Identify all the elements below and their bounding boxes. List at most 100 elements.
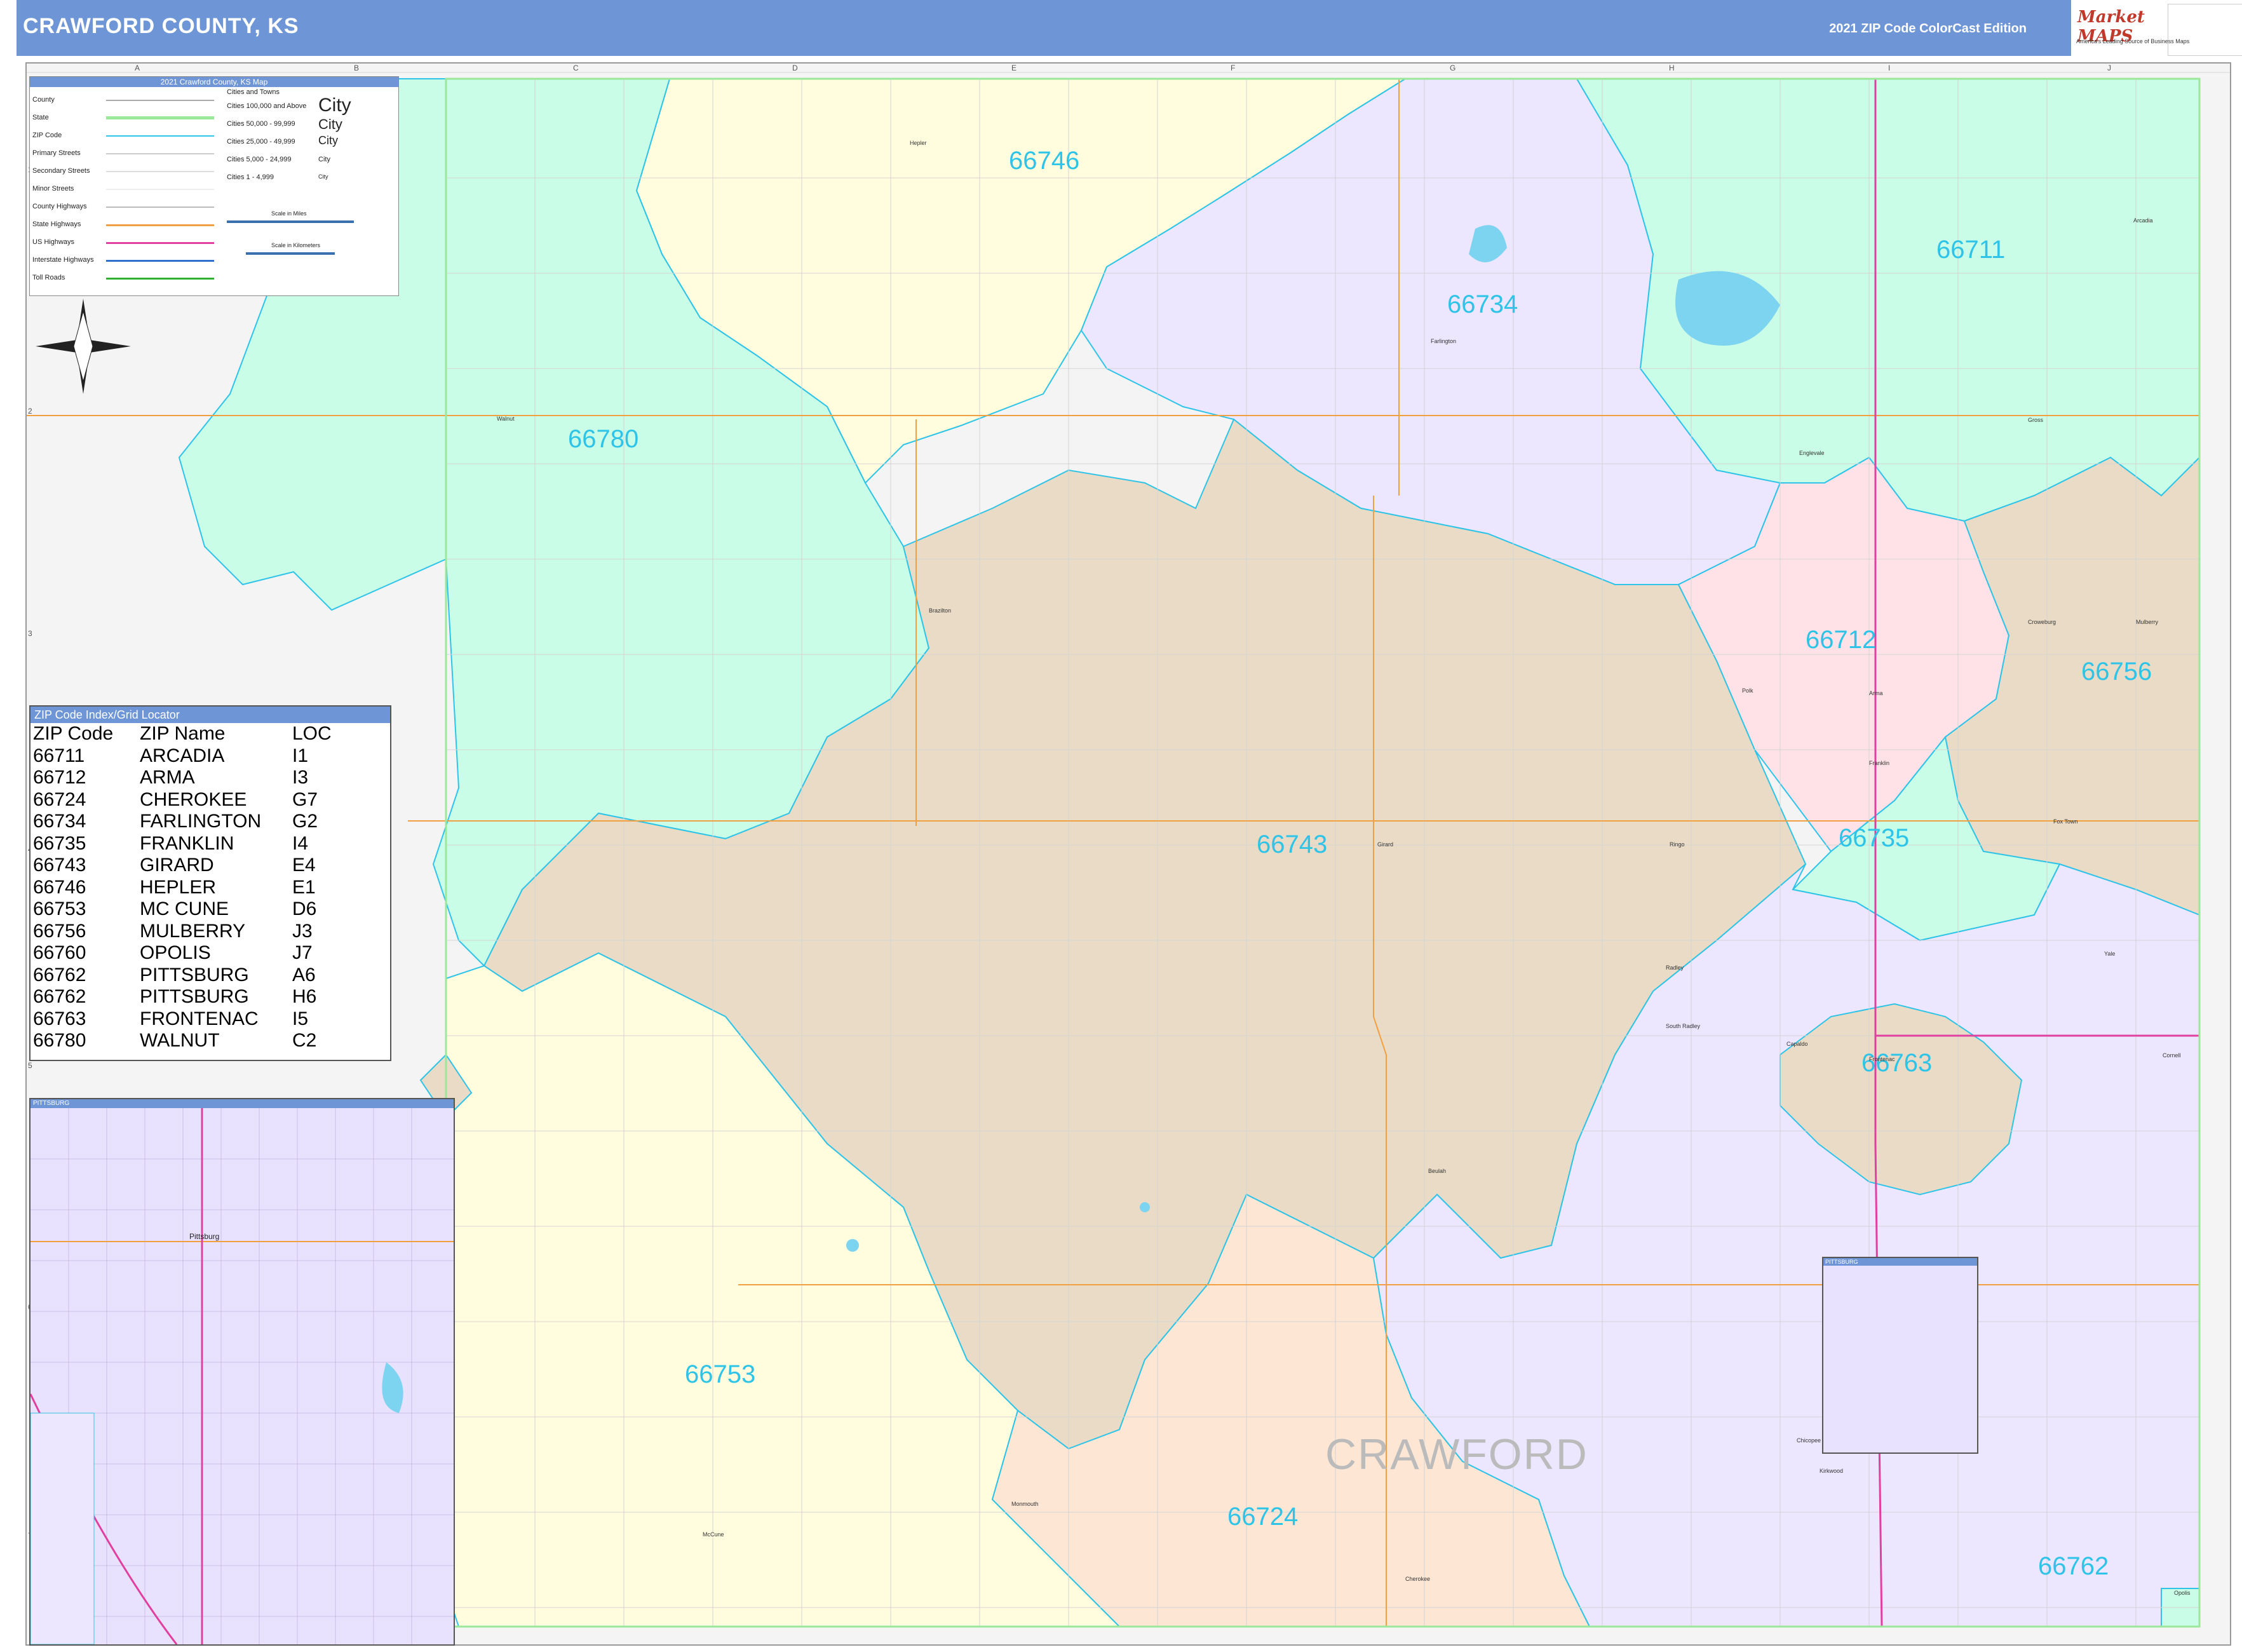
cities-header: Cities and Towns xyxy=(227,88,280,96)
name-cell: FRONTENAC xyxy=(140,1008,259,1029)
zip-cell: 66760 xyxy=(33,942,86,963)
town-label: Girard xyxy=(1377,841,1393,848)
name-cell: PITTSBURG xyxy=(140,986,249,1007)
table-row: 66780 WALNUT C2 xyxy=(33,1030,381,1052)
legend-item: Primary Streets xyxy=(32,149,81,157)
name-cell: GIRARD xyxy=(140,855,214,876)
name-cell: FRANKLIN xyxy=(140,832,234,854)
table-row: 66711 ARCADIA I1 xyxy=(33,745,381,768)
grid-col-label: G xyxy=(1450,64,1456,72)
table-row: 66724 CHEROKEE G7 xyxy=(33,789,381,811)
name-cell: MULBERRY xyxy=(140,920,246,942)
city-size-label: Cities 50,000 - 99,999 xyxy=(227,120,295,128)
zip-cell: 66724 xyxy=(33,789,86,810)
column-header: ZIP Code xyxy=(33,723,114,744)
loc-cell: I3 xyxy=(292,767,309,788)
zip-label-66753: 66753 xyxy=(685,1360,755,1388)
name-cell: FARLINGTON xyxy=(140,811,262,832)
legend-swatch xyxy=(106,224,214,226)
zip-index-table: ZIP Code ZIP Name LOC 66711 ARCADIA I1 667… xyxy=(33,723,381,1052)
grid-col-label: J xyxy=(2107,64,2111,72)
grid-col-label: B xyxy=(354,64,360,72)
town-label: Arma xyxy=(1869,690,1883,696)
inset2-title: PITTSBURG xyxy=(1823,1258,1977,1266)
town-label: Radley xyxy=(1666,965,1684,971)
name-cell: ARCADIA xyxy=(140,745,225,766)
zip-cell: 66712 xyxy=(33,767,86,788)
table-row: 66735 FRANKLIN I4 xyxy=(33,833,381,855)
name-cell: ARMA xyxy=(140,767,195,788)
town-label: Franklin xyxy=(1869,760,1889,766)
map-header: CRAWFORD COUNTY, KS 2021 ZIP Code ColorC… xyxy=(17,0,2071,56)
market-maps-logo: Market MAPS America's Leading Source of … xyxy=(2071,0,2189,56)
town-label: Englevale xyxy=(1799,450,1825,456)
legend-item: Secondary Streets xyxy=(32,167,90,175)
city-size-label: Cities 1 - 4,999 xyxy=(227,173,274,181)
loc-cell: I5 xyxy=(292,1008,309,1029)
town-label: Farlington xyxy=(1431,338,1456,344)
table-row: 66760 OPOLIS J7 xyxy=(33,942,381,965)
scale-km-label: Scale in Kilometers xyxy=(271,242,321,248)
zip-cell: 66763 xyxy=(33,1008,86,1029)
pittsburg-inset-outline[interactable]: PITTSBURG xyxy=(1822,1257,1978,1454)
zip-label-66743: 66743 xyxy=(1257,830,1327,858)
grid-row-label: 2 xyxy=(28,407,32,416)
legend-item: County xyxy=(32,96,55,104)
legend-swatch xyxy=(106,153,214,154)
grid-col-label: I xyxy=(1888,64,1891,72)
legend-swatch xyxy=(106,207,214,208)
town-label: Kirkwood xyxy=(1820,1468,1843,1474)
zip-label-66763: 66763 xyxy=(1861,1049,1932,1077)
edition-label: 2021 ZIP Code ColorCast Edition xyxy=(1829,22,2027,36)
inset-town-label: Pittsburg xyxy=(189,1232,219,1241)
city-size-sample: City xyxy=(318,156,330,163)
zip-cell: 66735 xyxy=(33,832,86,854)
zip-cell: 66762 xyxy=(33,964,86,985)
table-row: 66734 FARLINGTON G2 xyxy=(33,811,381,833)
zip-cell: 66753 xyxy=(33,898,86,919)
zip-label-66756: 66756 xyxy=(2081,658,2152,686)
scale-miles-label: Scale in Miles xyxy=(271,210,307,217)
grid-col-label: D xyxy=(792,64,798,72)
grid-col-label: E xyxy=(1011,64,1017,72)
grid-row-label: 3 xyxy=(28,629,32,638)
city-size-sample: City xyxy=(318,116,342,132)
table-row: 66762 PITTSBURG H6 xyxy=(33,986,381,1008)
name-cell: CHEROKEE xyxy=(140,789,247,810)
loc-cell: E4 xyxy=(292,855,316,876)
city-size-label: Cities 25,000 - 49,999 xyxy=(227,138,295,146)
zip-label-66746: 66746 xyxy=(1009,147,1079,175)
town-label: Hepler xyxy=(910,140,927,146)
legend-swatch xyxy=(106,260,214,262)
table-row: 66743 GIRARD E4 xyxy=(33,855,381,877)
compass-rose-icon xyxy=(36,299,131,394)
zip-index-title: ZIP Code Index/Grid Locator xyxy=(30,707,390,723)
legend-item: County Highways xyxy=(32,203,87,210)
city-size-label: Cities 5,000 - 24,999 xyxy=(227,156,292,163)
table-row: 66712 ARMA I3 xyxy=(33,767,381,789)
legend-swatch xyxy=(106,116,214,119)
table-row: 66762 PITTSBURG A6 xyxy=(33,965,381,987)
legend-swatch xyxy=(106,135,214,137)
town-label: Walnut xyxy=(497,416,515,422)
zip-label-66711: 66711 xyxy=(1936,236,2005,264)
loc-cell: J7 xyxy=(292,942,313,963)
zip-cell: 66762 xyxy=(33,986,86,1007)
town-label: Brazilton xyxy=(929,607,951,614)
map-title: CRAWFORD COUNTY, KS xyxy=(23,14,299,38)
pittsburg-inset-map[interactable]: PITTSBURG Pittsburg xyxy=(29,1098,455,1646)
legend-swatch xyxy=(106,171,214,172)
town-label: Cherokee xyxy=(1405,1576,1430,1582)
loc-cell: C2 xyxy=(292,1030,317,1051)
town-label: Croweburg xyxy=(2028,619,2056,625)
zip-cell: 66743 xyxy=(33,855,86,876)
zip-cell: 66746 xyxy=(33,876,86,898)
grid-row-label: 5 xyxy=(28,1061,32,1070)
loc-cell: J3 xyxy=(292,920,313,942)
town-label: McCune xyxy=(703,1531,724,1538)
legend-item: Minor Streets xyxy=(32,185,74,193)
zip-label-66762: 66762 xyxy=(2038,1552,2109,1580)
table-row: 66746 HEPLER E1 xyxy=(33,877,381,899)
table-row: 66756 MULBERRY J3 xyxy=(33,921,381,943)
town-label: Monmouth xyxy=(1011,1501,1039,1507)
